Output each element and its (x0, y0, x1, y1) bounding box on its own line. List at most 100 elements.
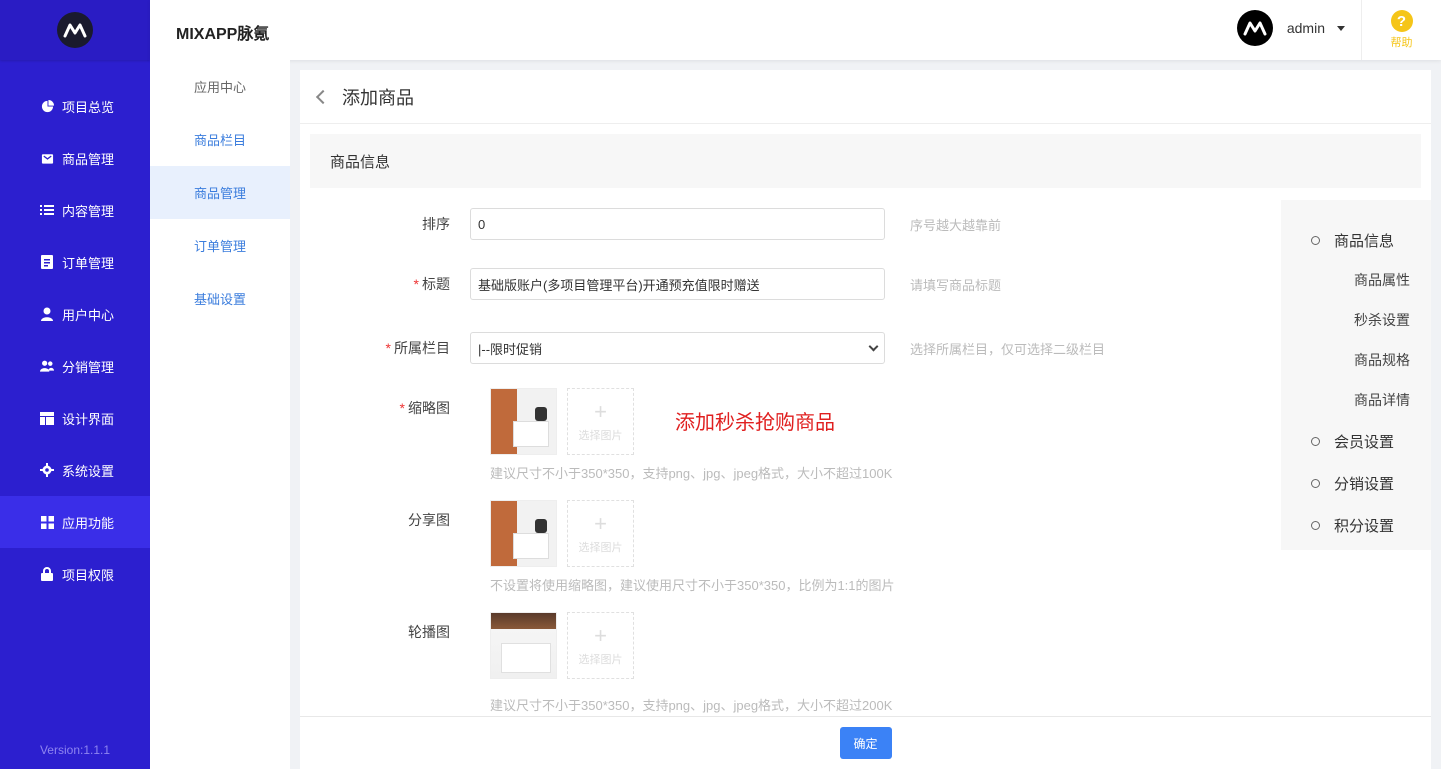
circle-icon (1311, 520, 1320, 530)
subnav-item-order-management[interactable]: 订单管理 (150, 219, 290, 272)
anchor-item-specs[interactable]: 商品规格 (1281, 340, 1431, 380)
anchor-item-details[interactable]: 商品详情 (1281, 380, 1431, 420)
sidebar-item-label: 商品管理 (62, 151, 115, 167)
sidebar-item-content[interactable]: 内容管理 (0, 184, 150, 236)
sidebar-item-label: 分销管理 (62, 359, 115, 375)
share-image[interactable] (490, 500, 557, 567)
sidebar-item-label: 内容管理 (62, 203, 115, 219)
share-image-add-button[interactable]: + 选择图片 (567, 500, 634, 567)
sidebar-item-label: 订单管理 (62, 255, 115, 271)
sidebar-item-label: 用户中心 (62, 307, 115, 323)
sidebar-item-settings[interactable]: 系统设置 (0, 444, 150, 496)
page-header: 添加商品 (300, 70, 1431, 124)
anchor-item-product-attributes[interactable]: 商品属性 (1281, 260, 1431, 300)
carousel-label: 轮播图 (408, 624, 450, 640)
grid-icon (40, 515, 54, 529)
share-image-hint: 不设置将使用缩略图，建议使用尺寸不小于350*350，比例为1:1的图片 (490, 578, 895, 593)
subnav-item-product-categories[interactable]: 商品栏目 (150, 113, 290, 166)
anchor-nav: 商品信息 商品属性 秒杀设置 商品规格 商品详情 会员设置 分销设置 积分设置 (1281, 200, 1431, 550)
document-icon (40, 255, 54, 269)
sort-hint: 序号越大越靠前 (910, 217, 1002, 233)
share-label-row: 分享图 (300, 510, 470, 530)
users-icon (40, 359, 54, 373)
sub-nav: 应用中心 商品栏目 商品管理 订单管理 基础设置 (150, 60, 290, 769)
anchor-item-member[interactable]: 会员设置 (1281, 420, 1431, 462)
username[interactable]: admin (1287, 20, 1325, 36)
thumbnail-image[interactable] (490, 388, 557, 455)
annotation-text: 添加秒杀抢购商品 (675, 412, 835, 434)
app-logo[interactable] (57, 12, 93, 48)
anchor-item-flash-sale[interactable]: 秒杀设置 (1281, 300, 1431, 340)
sidebar-item-products[interactable]: 商品管理 (0, 132, 150, 184)
anchor-item-product-info[interactable]: 商品信息 (1281, 220, 1431, 260)
caret-down-icon[interactable] (1337, 25, 1345, 31)
sidebar-item-overview[interactable]: 项目总览 (0, 80, 150, 132)
list-icon (40, 203, 54, 217)
sidebar-nav: 项目总览 商品管理 内容管理 订单管理 用户中心 分销管理 设计界面 系统设置 (0, 80, 150, 600)
user-menu[interactable]: admin (1236, 10, 1345, 46)
sort-row: 排序 0 序号越大越靠前 (300, 208, 1001, 240)
sidebar-item-design[interactable]: 设计界面 (0, 392, 150, 444)
sidebar-item-distribution[interactable]: 分销管理 (0, 340, 150, 392)
thumbnail-label-row: * 缩略图 (300, 398, 470, 418)
add-image-label: 选择图片 (578, 653, 623, 666)
sidebar-item-permissions[interactable]: 项目权限 (0, 548, 150, 600)
thumbnail-group: + 选择图片 建议尺寸不小于350*350，支持png、jpg、jpeg格式，大… (490, 388, 892, 482)
circle-icon (1311, 235, 1320, 245)
sort-input[interactable]: 0 (470, 208, 885, 240)
logo-area (0, 0, 150, 60)
title-input[interactable]: 基础版账户(多项目管理平台)开通预充值限时赠送 (470, 268, 885, 300)
main-panel: 添加商品 商品信息 排序 0 序号越大越靠前 * 标题 基础版账户(多项目管理平台… (300, 70, 1431, 769)
question-icon: ? (1390, 10, 1413, 32)
circle-icon (1311, 436, 1320, 446)
thumbnail-add-button[interactable]: + 选择图片 (567, 388, 634, 455)
carousel-group: + 选择图片 建议尺寸不小于350*350，支持png、jpg、jpeg格式，大… (490, 612, 892, 714)
help-label: 帮助 (1390, 37, 1413, 49)
category-label: * 所属栏目 (385, 340, 450, 356)
top-bar: MIXAPP脉氪 admin ? 帮助 (150, 0, 1441, 60)
add-image-label: 选择图片 (578, 541, 623, 554)
sidebar-item-apps[interactable]: 应用功能 (0, 496, 150, 548)
plus-icon: + (594, 398, 607, 424)
title-label: * 标题 (413, 276, 450, 292)
brand-title: MIXAPP脉氪 (176, 26, 270, 43)
gear-icon (40, 463, 54, 477)
carousel-label-row: 轮播图 (300, 622, 470, 642)
version-label: Version:1.1.1 (39, 743, 111, 757)
sidebar-item-label: 项目总览 (62, 99, 115, 115)
bag-icon (40, 151, 54, 165)
help-button[interactable]: ? 帮助 (1361, 0, 1441, 60)
m-logo-icon (63, 23, 87, 38)
user-icon (40, 307, 54, 321)
category-select[interactable]: |--限时促销 (470, 332, 885, 364)
carousel-hint: 建议尺寸不小于350*350，支持png、jpg、jpeg格式，大小不超过200… (490, 698, 893, 713)
sidebar-item-label: 项目权限 (62, 567, 115, 583)
title-row: * 标题 基础版账户(多项目管理平台)开通预充值限时赠送 请填写商品标题 (300, 268, 1001, 300)
back-icon[interactable] (315, 89, 331, 104)
thumbnail-hint: 建议尺寸不小于350*350，支持png、jpg、jpeg格式，大小不超过100… (490, 466, 893, 481)
section-title: 商品信息 (310, 134, 1421, 188)
sort-label: 排序 (422, 216, 450, 232)
anchor-item-points[interactable]: 积分设置 (1281, 504, 1431, 546)
share-image-label: 分享图 (408, 512, 450, 528)
subnav-item-product-management[interactable]: 商品管理 (150, 166, 290, 219)
share-image-group: + 选择图片 不设置将使用缩略图，建议使用尺寸不小于350*350，比例为1:1… (490, 500, 895, 594)
title-hint: 请填写商品标题 (910, 277, 1002, 293)
carousel-add-button[interactable]: + 选择图片 (567, 612, 634, 679)
sidebar-item-users[interactable]: 用户中心 (0, 288, 150, 340)
subnav-item-app-center[interactable]: 应用中心 (150, 60, 290, 113)
circle-icon (1311, 478, 1320, 488)
category-row: * 所属栏目 |--限时促销 选择所属栏目，仅可选择二级栏目 (300, 332, 1105, 364)
subnav-item-basic-settings[interactable]: 基础设置 (150, 272, 290, 325)
sidebar-item-label: 设计界面 (62, 411, 115, 427)
plus-icon: + (594, 510, 607, 536)
chevron-down-icon (868, 341, 879, 351)
add-image-label: 选择图片 (578, 429, 623, 442)
submit-button[interactable]: 确定 (839, 727, 892, 759)
plus-icon: + (594, 622, 607, 648)
carousel-image[interactable] (490, 612, 557, 679)
sidebar-item-orders[interactable]: 订单管理 (0, 236, 150, 288)
avatar[interactable] (1236, 10, 1273, 46)
anchor-item-distribution[interactable]: 分销设置 (1281, 462, 1431, 504)
footer-bar: 确定 (300, 716, 1431, 769)
